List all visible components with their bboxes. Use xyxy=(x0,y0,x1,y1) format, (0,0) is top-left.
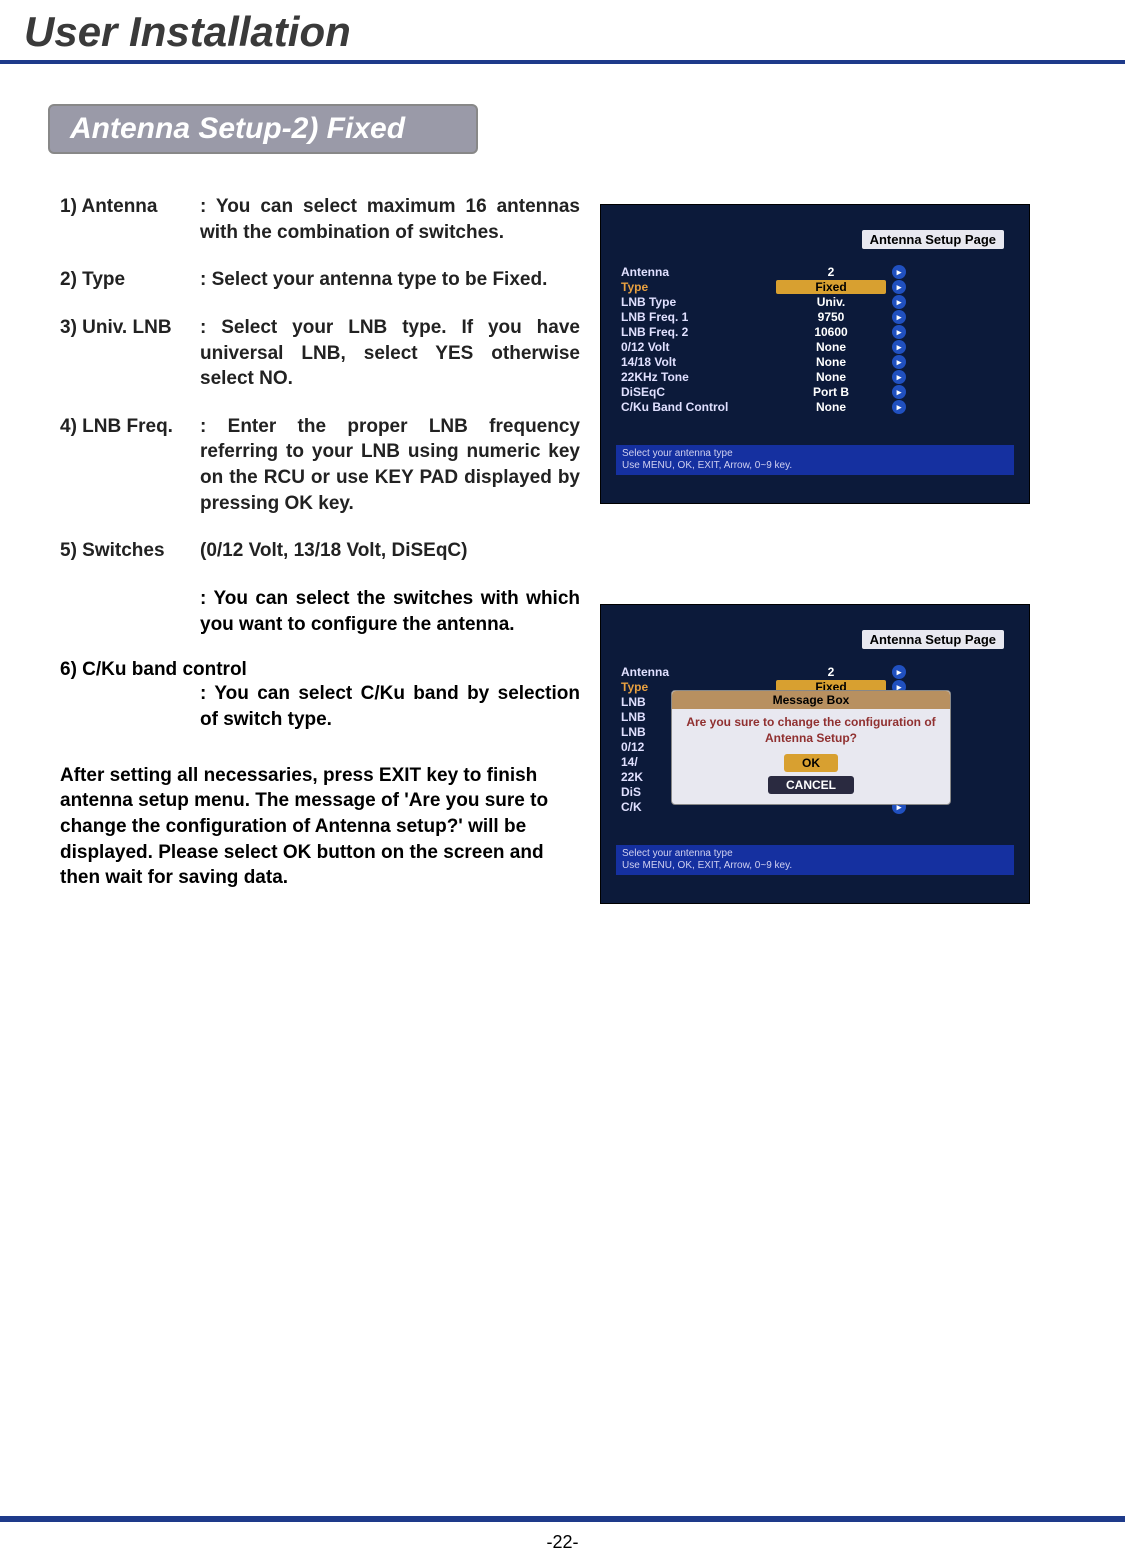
definition-label: 3) Univ. LNB xyxy=(60,315,200,392)
page-number: -22- xyxy=(546,1532,578,1552)
menu-label: Antenna xyxy=(621,665,776,679)
screen1-hint: Select your antenna type Use MENU, OK, E… xyxy=(616,445,1014,475)
screen1-title: Antenna Setup Page xyxy=(862,230,1004,249)
page-footer: -22- xyxy=(0,1516,1125,1563)
definition-label: 2) Type xyxy=(60,267,200,293)
definition-row: 1) Antenna: You can select maximum 16 an… xyxy=(60,194,580,245)
screen1-hint-line1: Select your antenna type xyxy=(622,448,1008,460)
definition-desc: : Enter the proper LNB frequency referri… xyxy=(200,414,580,517)
menu-row[interactable]: 22KHz ToneNone ▸ xyxy=(621,370,1014,384)
menu-row[interactable]: 14/18 VoltNone ▸ xyxy=(621,355,1014,369)
arrow-icon[interactable]: ▸ xyxy=(892,265,906,279)
page-header: User Installation xyxy=(0,0,1125,64)
menu-value: 2 xyxy=(776,665,886,679)
switches-row: 5) Switches (0/12 Volt, 13/18 Volt, DiSE… xyxy=(60,538,580,564)
arrow-icon[interactable]: ▸ xyxy=(892,280,906,294)
page-title: User Installation xyxy=(24,8,1125,56)
menu-value: None xyxy=(776,370,886,384)
menu-row[interactable]: DiSEqCPort B ▸ xyxy=(621,385,1014,399)
menu-row[interactable]: 0/12 VoltNone ▸ xyxy=(621,340,1014,354)
menu-value: Fixed xyxy=(776,280,886,294)
menu-row[interactable]: Antenna2 ▸ xyxy=(621,265,1014,279)
content-wrap: 1) Antenna: You can select maximum 16 an… xyxy=(0,194,1125,904)
arrow-icon[interactable]: ▸ xyxy=(892,340,906,354)
definition-row: 4) LNB Freq.: Enter the proper LNB frequ… xyxy=(60,414,580,517)
menu-value: 10600 xyxy=(776,325,886,339)
menu-row[interactable]: Antenna2 ▸ xyxy=(621,665,1014,679)
arrow-icon[interactable]: ▸ xyxy=(892,355,906,369)
menu-label: DiSEqC xyxy=(621,385,776,399)
ok-button[interactable]: OK xyxy=(784,754,838,772)
menu-label: LNB Type xyxy=(621,295,776,309)
menu-label: LNB Freq. 1 xyxy=(621,310,776,324)
menu-value: Port B xyxy=(776,385,886,399)
cku-label: 6) C/Ku band control xyxy=(60,659,580,681)
arrow-icon[interactable]: ▸ xyxy=(892,385,906,399)
menu-label: LNB Freq. 2 xyxy=(621,325,776,339)
left-column: 1) Antenna: You can select maximum 16 an… xyxy=(60,194,580,904)
menu-value: None xyxy=(776,355,886,369)
menu-label: 22KHz Tone xyxy=(621,370,776,384)
definition-desc: : You can select maximum 16 antennas wit… xyxy=(200,194,580,245)
menu-row[interactable]: C/Ku Band ControlNone ▸ xyxy=(621,400,1014,414)
switches-desc: : You can select the switches with which… xyxy=(200,586,580,637)
arrow-icon[interactable]: ▸ xyxy=(892,400,906,414)
switches-heading: (0/12 Volt, 13/18 Volt, DiSEqC) xyxy=(200,538,580,564)
msgbox-title: Message Box xyxy=(672,691,950,709)
screenshot-2: Antenna Setup Page Antenna2▸TypeFixed▸LN… xyxy=(600,604,1030,904)
after-text: After setting all necessaries, press EXI… xyxy=(60,763,580,891)
menu-row[interactable]: LNB Freq. 19750 ▸ xyxy=(621,310,1014,324)
screen2-hint: Select your antenna type Use MENU, OK, E… xyxy=(616,845,1014,875)
definition-desc: : Select your LNB type. If you have univ… xyxy=(200,315,580,392)
menu-label: Type xyxy=(621,280,776,294)
arrow-icon[interactable]: ▸ xyxy=(892,325,906,339)
menu-label: Antenna xyxy=(621,265,776,279)
arrow-icon[interactable]: ▸ xyxy=(892,310,906,324)
arrow-icon[interactable]: ▸ xyxy=(892,370,906,384)
definition-desc: : Select your antenna type to be Fixed. xyxy=(200,267,580,293)
definition-label: 1) Antenna xyxy=(60,194,200,245)
arrow-icon[interactable]: ▸ xyxy=(892,295,906,309)
menu-value: 9750 xyxy=(776,310,886,324)
menu-value: 2 xyxy=(776,265,886,279)
screenshot-1: Antenna Setup Page Antenna2▸TypeFixed▸LN… xyxy=(600,204,1030,504)
menu-value: None xyxy=(776,340,886,354)
menu-value: None xyxy=(776,400,886,414)
screen1-hint-line2: Use MENU, OK, EXIT, Arrow, 0~9 key. xyxy=(622,460,1008,472)
definition-row: 3) Univ. LNB: Select your LNB type. If y… xyxy=(60,315,580,392)
screen2-title: Antenna Setup Page xyxy=(862,630,1004,649)
msgbox-text: Are you sure to change the configuration… xyxy=(672,709,950,752)
menu-label: 0/12 Volt xyxy=(621,340,776,354)
menu-value: Univ. xyxy=(776,295,886,309)
menu-row[interactable]: TypeFixed ▸ xyxy=(621,280,1014,294)
right-column: Antenna Setup Page Antenna2▸TypeFixed▸LN… xyxy=(600,194,1030,904)
menu-row[interactable]: LNB TypeUniv. ▸ xyxy=(621,295,1014,309)
cku-desc: : You can select C/Ku band by selection … xyxy=(200,681,580,732)
screen2-hint-line1: Select your antenna type xyxy=(622,848,1008,860)
cancel-button[interactable]: CANCEL xyxy=(768,776,854,794)
switches-label: 5) Switches xyxy=(60,538,200,564)
menu-label: C/Ku Band Control xyxy=(621,400,776,414)
section-title-box: Antenna Setup-2) Fixed xyxy=(48,104,1125,154)
section-title: Antenna Setup-2) Fixed xyxy=(48,104,478,154)
definition-row: 2) Type: Select your antenna type to be … xyxy=(60,267,580,293)
arrow-icon[interactable]: ▸ xyxy=(892,665,906,679)
menu-label: 14/18 Volt xyxy=(621,355,776,369)
message-box: Message Box Are you sure to change the c… xyxy=(671,690,951,805)
screen2-hint-line2: Use MENU, OK, EXIT, Arrow, 0~9 key. xyxy=(622,860,1008,872)
definition-label: 4) LNB Freq. xyxy=(60,414,200,517)
menu-row[interactable]: LNB Freq. 210600 ▸ xyxy=(621,325,1014,339)
